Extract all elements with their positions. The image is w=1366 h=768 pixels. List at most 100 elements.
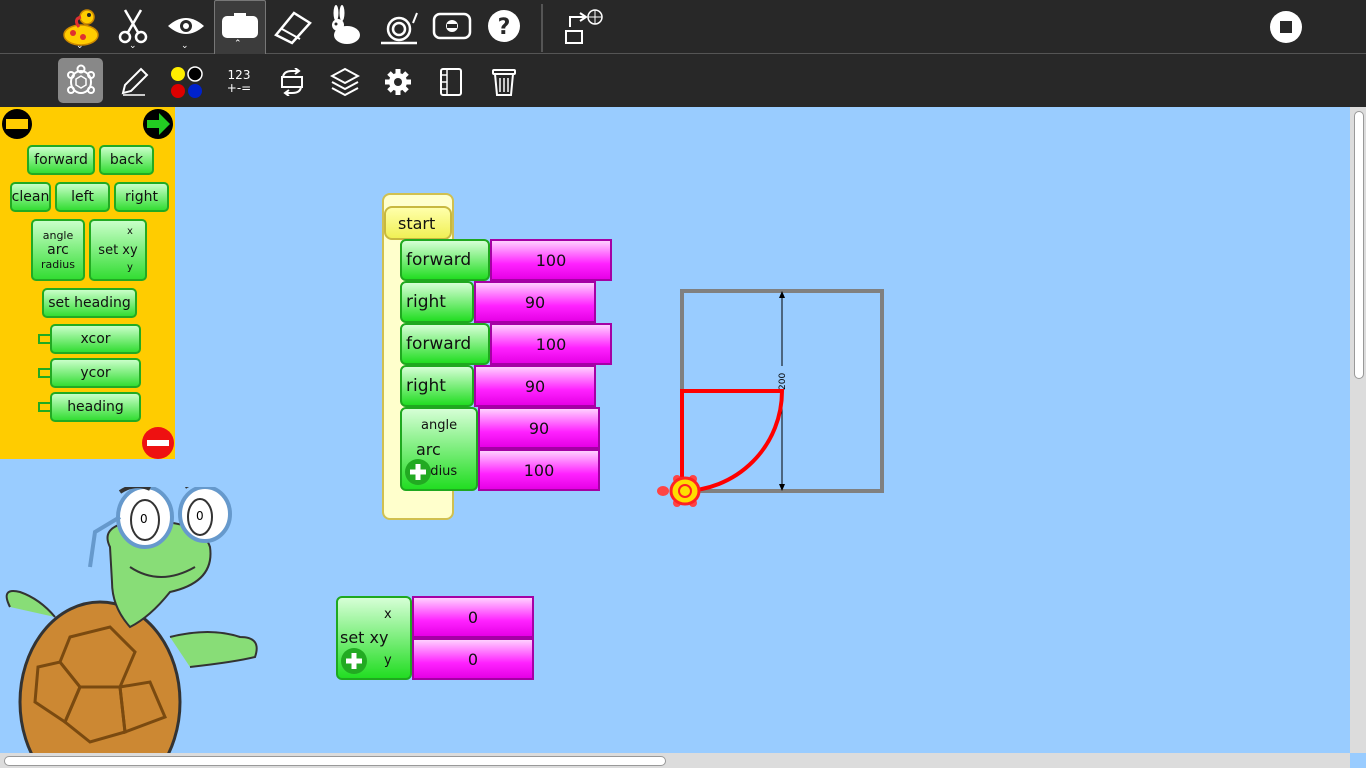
palette-setxy-x-label: x [127, 226, 133, 237]
palette-clean-label: clean [11, 189, 50, 205]
palette-forward-label: forward [34, 152, 88, 168]
turtle-sprite-icon[interactable] [657, 475, 701, 507]
forward-label: forward [406, 250, 472, 270]
horizontal-scrollbar[interactable] [0, 753, 1350, 768]
media-icon[interactable] [431, 62, 471, 102]
dimension-label: 200 [778, 373, 788, 390]
expand-plus-icon[interactable] [403, 457, 433, 487]
palette-setxy-y-label: y [127, 262, 133, 273]
number-palette-icon[interactable]: 123 +-= [219, 64, 259, 100]
palette-heading-block[interactable]: heading [50, 392, 141, 422]
help-icon[interactable]: ? [484, 6, 524, 46]
number-block[interactable]: 0 [412, 596, 534, 638]
setxy-y-value[interactable]: 0 [468, 650, 478, 669]
number-block[interactable]: 100 [490, 323, 612, 365]
palette-left-block[interactable]: left [55, 182, 110, 212]
rotate-palette-icon[interactable] [142, 108, 174, 140]
right-label: right [406, 292, 446, 312]
arc-radius-value[interactable]: 100 [524, 461, 555, 480]
vertical-scrollbar[interactable] [1350, 107, 1366, 753]
right-block[interactable]: right [400, 365, 474, 407]
remove-icon[interactable] [141, 426, 175, 460]
chevron-down-icon[interactable]: ⌄ [76, 41, 84, 51]
canvas[interactable]: 200 0 0 start forward 100 right 90 forwa… [0, 107, 1350, 753]
number-block[interactable]: 100 [478, 449, 600, 491]
stop-icon[interactable] [1266, 7, 1306, 47]
trash-icon[interactable] [484, 62, 524, 102]
palette-xcor-label: xcor [80, 331, 111, 347]
forward-label: forward [406, 334, 472, 354]
mascot-eye-right: 0 [196, 509, 204, 523]
blocks-icon[interactable] [325, 62, 365, 102]
palette-setxy-label: set xy [98, 242, 138, 258]
setxy-x-value[interactable]: 0 [468, 608, 478, 627]
mascot-eye-left: 0 [140, 512, 148, 526]
sensors-icon[interactable] [378, 62, 418, 102]
eye-icon[interactable] [165, 8, 207, 44]
palette-left-label: left [71, 189, 94, 205]
palette-right-block[interactable]: right [114, 182, 169, 212]
palette-right-label: right [125, 189, 158, 205]
palette-clean-block[interactable]: clean [10, 182, 51, 212]
turtle-drawing: 200 [657, 289, 884, 507]
expand-plus-icon[interactable] [339, 646, 369, 676]
snail-icon[interactable] [377, 4, 421, 48]
palette-forward-block[interactable]: forward [27, 145, 95, 175]
turtle-palette: forward back clean left right angle arc … [0, 107, 175, 459]
number-block[interactable]: 90 [474, 281, 596, 323]
connector [38, 402, 50, 412]
palette-xcor-block[interactable]: xcor [50, 324, 141, 354]
rabbit-icon[interactable] [323, 4, 367, 48]
number-block[interactable]: 90 [478, 407, 600, 449]
svg-text:?: ? [498, 15, 511, 40]
toolbar-separator [541, 4, 543, 52]
connector [38, 334, 50, 344]
flow-icon[interactable] [272, 62, 312, 102]
eraser-icon[interactable] [270, 6, 314, 48]
right-value[interactable]: 90 [525, 377, 545, 396]
palette-arc-label: arc [47, 242, 69, 258]
scissors-icon[interactable] [113, 6, 153, 46]
start-label: start [398, 213, 436, 233]
palette-arc-block[interactable]: angle arc radius [31, 219, 85, 281]
start-block[interactable]: start [384, 206, 452, 240]
turtle-palette-icon[interactable] [58, 58, 103, 103]
palette-icon [222, 12, 258, 38]
number-block[interactable]: 90 [474, 365, 596, 407]
palette-arc-angle-label: angle [42, 229, 74, 242]
right-block[interactable]: right [400, 281, 474, 323]
vertical-scroll-thumb[interactable] [1354, 111, 1364, 379]
setxy-x-label: x [384, 607, 392, 622]
number-block[interactable]: 100 [490, 239, 612, 281]
connector [38, 368, 50, 378]
forward-value[interactable]: 100 [536, 335, 567, 354]
main-toolbar: ⌄ ⌄ ⌄ ⌃ ? [0, 0, 1366, 54]
palette-ycor-label: ycor [80, 365, 111, 381]
setxy-label: set xy [340, 628, 389, 647]
horizontal-scroll-thumb[interactable] [4, 756, 666, 766]
pen-icon[interactable] [114, 62, 154, 102]
chevron-down-icon[interactable]: ⌄ [129, 41, 137, 51]
right-value[interactable]: 90 [525, 293, 545, 312]
palette-toolbar: 123 +-= [0, 54, 1366, 107]
collapse-palette-icon[interactable] [1, 108, 33, 140]
palette-heading-label: heading [67, 399, 124, 415]
share-icon[interactable] [561, 6, 605, 48]
chevron-down-icon[interactable]: ⌄ [181, 41, 189, 51]
arc-angle-label: angle [421, 418, 458, 433]
palette-back-block[interactable]: back [99, 145, 154, 175]
palette-set-heading-block[interactable]: set heading [42, 288, 137, 318]
palette-setxy-block[interactable]: x set xy y [89, 219, 147, 281]
forward-value[interactable]: 100 [536, 251, 567, 270]
step-icon[interactable] [430, 6, 474, 46]
chevron-up-icon[interactable]: ⌃ [234, 39, 242, 49]
palette-arc-radius-label: radius [40, 258, 75, 271]
number-block[interactable]: 0 [412, 638, 534, 680]
number-palette-ops: +-= [226, 81, 252, 95]
forward-block[interactable]: forward [400, 239, 490, 281]
forward-block[interactable]: forward [400, 323, 490, 365]
arc-angle-value[interactable]: 90 [529, 419, 549, 438]
mascot-turtle-image: 0 0 [5, 487, 258, 753]
palette-ycor-block[interactable]: ycor [50, 358, 141, 388]
color-palette-icon[interactable] [166, 62, 206, 102]
